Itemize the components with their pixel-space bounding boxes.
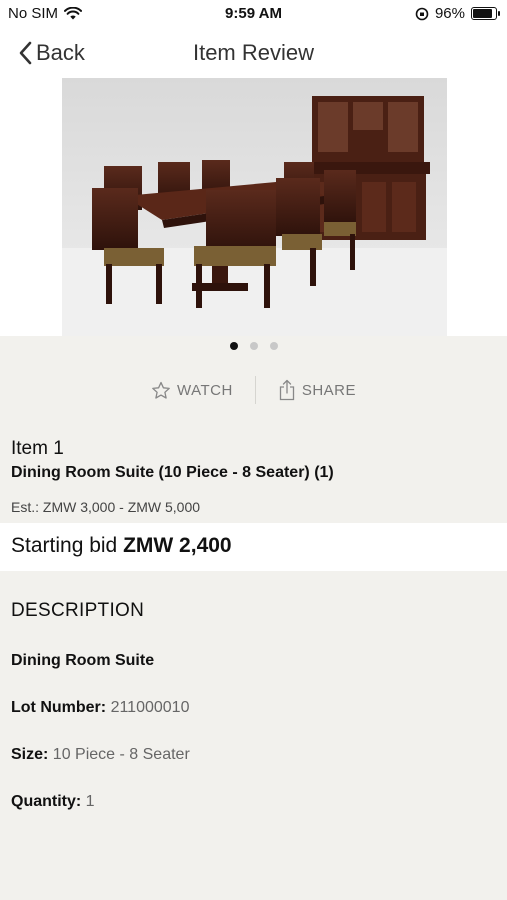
action-bar: WATCH SHARE [0, 372, 507, 408]
description-heading: DESCRIPTION [11, 600, 145, 621]
quantity-label: Quantity: [11, 793, 82, 810]
pager-dot[interactable] [269, 342, 278, 350]
quantity-row: Quantity: 1 [11, 793, 95, 811]
pager-dot[interactable] [229, 342, 238, 350]
starting-bid-bar: Starting bid ZMW 2,400 [0, 523, 507, 571]
quantity-value: 1 [85, 793, 95, 810]
size-value: 10 Piece - 8 Seater [52, 746, 190, 763]
price-estimate: Est.: ZMW 3,000 - ZMW 5,000 [11, 499, 201, 515]
starting-bid-amount: ZMW 2,400 [123, 534, 232, 557]
pager-dot[interactable] [249, 342, 258, 350]
watch-button[interactable]: WATCH [129, 381, 255, 400]
item-photo[interactable] [62, 78, 447, 336]
battery-icon [471, 7, 500, 20]
battery-percent: 96% [434, 5, 465, 22]
lot-number-label: Lot Number: [11, 699, 107, 716]
dining-suite-image [62, 78, 447, 336]
photo-gallery[interactable] [0, 78, 507, 336]
size-row: Size: 10 Piece - 8 Seater [11, 746, 190, 764]
size-label: Size: [11, 746, 49, 763]
page-title: Item Review [192, 40, 315, 65]
share-icon [279, 379, 294, 401]
share-label: SHARE [301, 381, 356, 399]
starting-bid: Starting bid ZMW 2,400 [11, 534, 232, 558]
description-name: Dining Room Suite [11, 652, 154, 670]
nav-bar: Back Item Review [0, 28, 507, 78]
status-right: 96% [415, 5, 500, 22]
gallery-pager[interactable] [0, 342, 507, 350]
lot-number-value: 211000010 [110, 699, 190, 716]
orientation-lock-icon [415, 7, 429, 20]
item-number: Item 1 [11, 438, 64, 459]
star-icon [152, 381, 170, 399]
status-bar: No SIM 9:59 AM 96% [0, 0, 507, 28]
starting-bid-label: Starting bid [11, 534, 118, 557]
watch-label: WATCH [176, 381, 233, 399]
share-button[interactable]: SHARE [256, 379, 378, 401]
item-title: Dining Room Suite (10 Piece - 8 Seater) … [11, 464, 334, 481]
lot-number-row: Lot Number: 211000010 [11, 699, 189, 717]
description-name-text: Dining Room Suite [11, 652, 155, 669]
